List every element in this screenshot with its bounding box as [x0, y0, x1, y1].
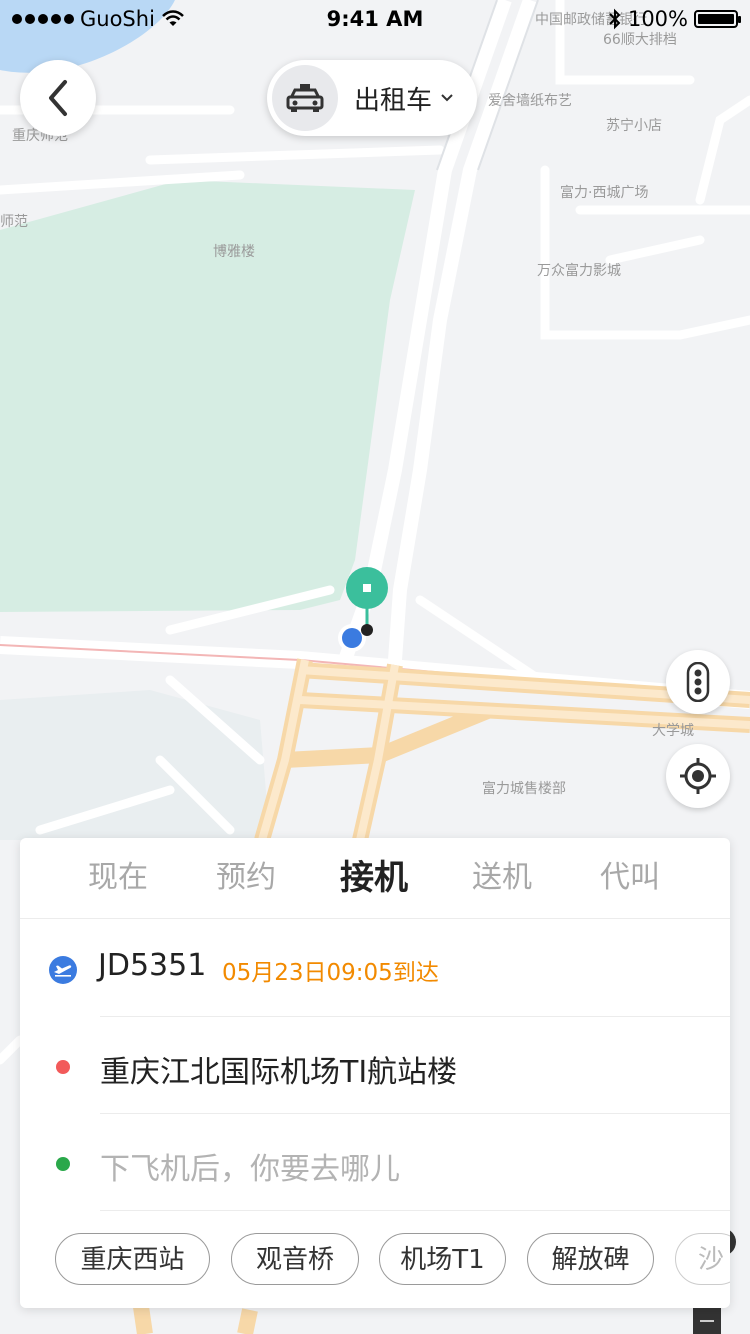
chevron-left-icon — [49, 80, 67, 116]
crosshair-icon — [680, 758, 716, 794]
tab-airport-dropoff[interactable]: 送机 — [438, 838, 566, 918]
booking-panel: 现在 预约 接机 送机 代叫 JD5351 05月23日09:05到达 重庆江北… — [20, 838, 730, 1308]
flight-number: JD5351 — [98, 948, 207, 983]
pickup-address: 重庆江北国际机场TI航站楼 — [100, 1055, 458, 1090]
back-button[interactable] — [20, 60, 96, 136]
status-bar: GuoShi 9:41 AM 100% — [0, 0, 750, 40]
service-selector[interactable]: 出租车 — [267, 60, 477, 136]
map-label-wallpaper: 爱舍墙纸布艺 — [488, 93, 572, 109]
traffic-light-icon — [686, 662, 710, 702]
chip-chongqing-west[interactable]: 重庆西站 — [55, 1233, 210, 1285]
destination-dot — [56, 1157, 70, 1171]
locate-button[interactable] — [666, 744, 730, 808]
tab-bar: 现在 预约 接机 送机 代叫 — [20, 838, 730, 919]
tab-call-for-others[interactable]: 代叫 — [566, 838, 694, 918]
map-label-boya: 博雅楼 — [213, 243, 255, 260]
map-label-university: 大学城 — [652, 723, 694, 739]
chip-partial[interactable]: 沙 — [675, 1233, 730, 1285]
chip-jiefangbei[interactable]: 解放碑 — [527, 1233, 654, 1285]
map-label-suning: 苏宁小店 — [606, 117, 662, 134]
map-label-shifan: 师范 — [0, 213, 28, 230]
bluetooth-icon — [609, 8, 621, 30]
tab-reserve[interactable]: 预约 — [182, 838, 310, 918]
destination-input[interactable]: 下飞机后，你要去哪儿 — [100, 1144, 400, 1188]
traffic-button[interactable] — [666, 650, 730, 714]
chevron-down-icon — [441, 94, 453, 102]
battery-icon — [694, 10, 741, 28]
destination-row[interactable]: 下飞机后，你要去哪儿 — [20, 1114, 730, 1211]
flight-row[interactable]: JD5351 05月23日09:05到达 — [20, 920, 730, 1017]
tab-now[interactable]: 现在 — [54, 838, 182, 918]
service-label: 出租车 — [354, 85, 433, 116]
pickup-dot — [56, 1060, 70, 1074]
suggestion-chips: 重庆西站 观音桥 机场T1 解放碑 沙 — [20, 1233, 730, 1289]
chip-airport-t1[interactable]: 机场T1 — [379, 1233, 506, 1285]
map-label-sales: 富力城售楼部 — [482, 780, 566, 797]
flight-arrival-time: 05月23日09:05到达 — [222, 960, 439, 986]
status-right: 100% — [608, 7, 741, 31]
taxi-icon — [272, 65, 338, 131]
tab-airport-pickup[interactable]: 接机 — [310, 838, 438, 918]
pickup-row[interactable]: 重庆江北国际机场TI航站楼 — [20, 1017, 730, 1114]
plane-icon — [49, 956, 77, 984]
map-label-cinema: 万众富力影城 — [537, 262, 621, 279]
map-label-plaza: 富力·西城广场 — [560, 184, 648, 201]
chip-guanyinqiao[interactable]: 观音桥 — [231, 1233, 359, 1285]
battery-percent: 100% — [627, 7, 688, 31]
